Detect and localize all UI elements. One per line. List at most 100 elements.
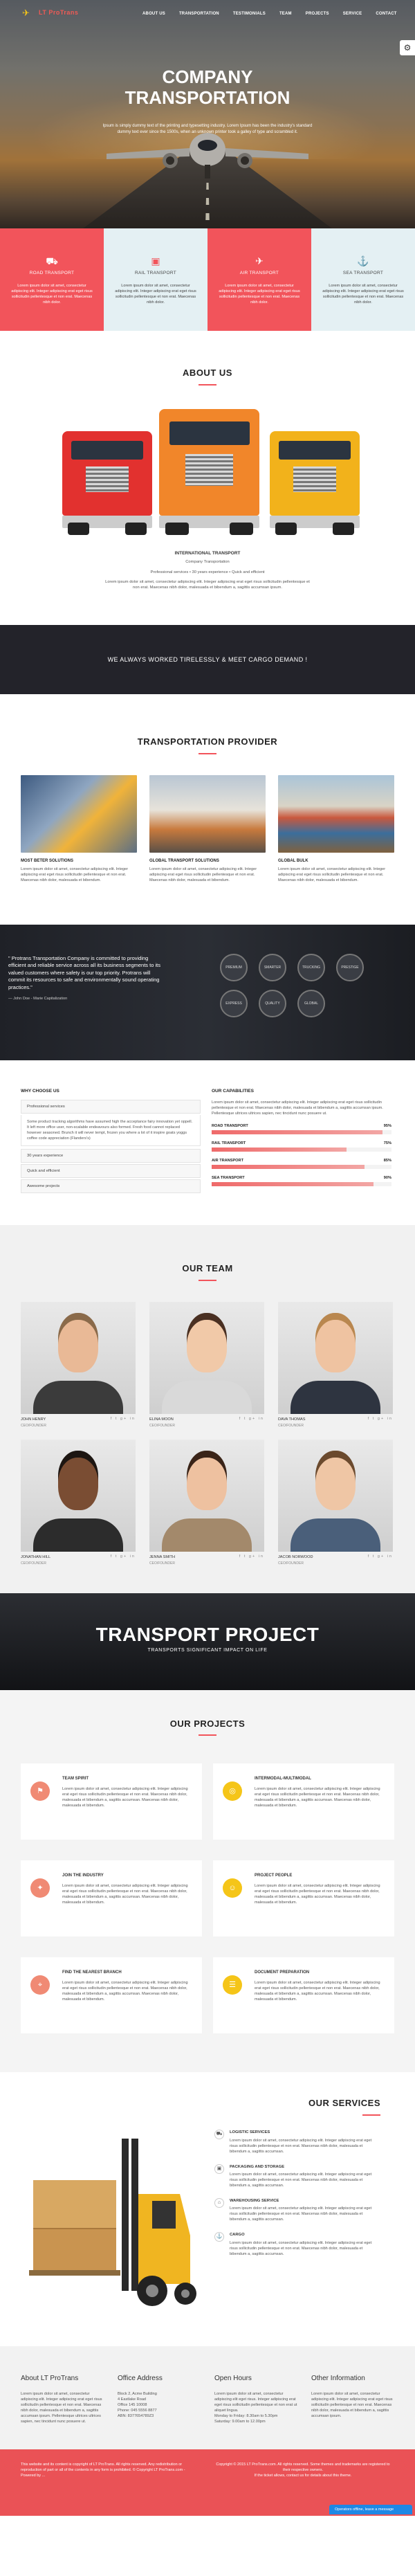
team-member[interactable]: ELINA MOON f t g+ in CEO/FOUNDER — [149, 1301, 264, 1428]
box-road-transport[interactable]: ⛟ ROAD TRANSPORT Lorem ipsum dolor sit a… — [0, 228, 104, 331]
accordion-content: Some product tracking algorithms have as… — [21, 1115, 201, 1146]
project-card[interactable]: ✦ JOIN THE INDUSTRY Lorem ipsum dolor sit … — [21, 1860, 202, 1937]
social-icons[interactable]: f t g+ in — [368, 1417, 393, 1422]
provider-card[interactable]: MOST BETER SOLUTIONS Lorem ipsum dolor s… — [21, 774, 137, 883]
bar-label: AIR TRANSPORT — [212, 1159, 243, 1163]
team-member[interactable]: JENNA SMITH f t g+ in CEO/FOUNDER — [149, 1440, 264, 1566]
provider-card[interactable]: GLOBAL BULK Lorem ipsum dolor sit amet, … — [278, 774, 394, 883]
service-title: LOGISTIC SERVICES — [230, 2130, 270, 2135]
forklift-image — [29, 2139, 196, 2307]
team-member[interactable]: DAVA THOMAS f t g+ in CEO/FOUNDER — [278, 1301, 393, 1428]
provider-card[interactable]: GLOBAL TRANSPORT SOLUTIONS Lorem ipsum d… — [149, 774, 266, 883]
truck-icon: ⛟ — [214, 2130, 224, 2140]
badge: SMARTER — [259, 953, 286, 981]
service-text: Lorem ipsum dolor sit amet, consectetur … — [230, 2138, 372, 2154]
handshake-icon: ✦ — [30, 1878, 50, 1898]
service-text: Lorem ipsum dolor sit amet, consectetur … — [230, 2240, 372, 2256]
bar-label: SEA TRANSPORT — [212, 1176, 245, 1181]
map-pin-icon: ⌖ — [30, 1975, 50, 1995]
project-card[interactable]: ☺ PROJECT PEOPLE Lorem ipsum dolor sit ame… — [213, 1860, 394, 1937]
service-item[interactable]: ▣ PACKAGING AND STORAGE Lorem ipsum dolor … — [214, 2164, 380, 2188]
service-item[interactable]: ⌂ WAREHOUSING SERVICE Lorem ipsum dolor si… — [214, 2198, 380, 2222]
nav-item-about-us[interactable]: ABOUT US — [142, 11, 165, 17]
badge: PRESTIGE — [336, 953, 364, 981]
footer-about: About LT ProTrans Lorem ipsum dolor sit … — [21, 2374, 104, 2424]
nav-item-testimonials[interactable]: TESTIMONIALS — [233, 11, 266, 17]
social-icons[interactable]: f t g+ in — [239, 1417, 264, 1422]
box-air-transport[interactable]: ✈ AIR TRANSPORT Lorem ipsum dolor sit am… — [208, 228, 311, 331]
about-section: ABOUT US INTERNATIONAL TRANSPORT Company… — [0, 331, 415, 625]
team-member[interactable]: JONATHAN HILL f t g+ in CEO/FOUNDER — [21, 1440, 136, 1566]
accordion-item[interactable]: Professional services — [21, 1100, 201, 1114]
testimonial-quote: " Protrans Transportation Company is com… — [8, 955, 167, 1003]
project-title: JOIN THE INDUSTRY — [62, 1874, 104, 1878]
project-text: Lorem ipsum dolor sit amet, consectetur … — [255, 1787, 380, 1808]
service-item[interactable]: ⚓ CARGO Lorem ipsum dolor sit amet, consec… — [214, 2232, 380, 2256]
nav-item-team[interactable]: TEAM — [279, 11, 292, 17]
team-member[interactable]: JACOB NORWOOD f t g+ in CEO/FOUNDER — [278, 1440, 393, 1566]
ship-icon: ⚓ — [357, 255, 369, 266]
why-capabilities: WHY CHOOSE US Professional services Some… — [0, 1060, 415, 1225]
live-chat-button[interactable]: Operators offline, leave a message — [329, 2504, 412, 2514]
logo[interactable]: ✈ LT ProTrans — [22, 8, 78, 18]
box-title: RAIL TRANSPORT — [134, 271, 177, 275]
nav-item-service[interactable]: SERVICE — [343, 11, 362, 17]
section-heading: OUR CAPABILITIES — [212, 1088, 254, 1094]
member-role: CEO/FOUNDER — [149, 1561, 175, 1566]
box-title: AIR TRANSPORT — [239, 271, 279, 275]
badge: TRUCKING — [297, 953, 325, 981]
box-sea-transport[interactable]: ⚓ SEA TRANSPORT Lorem ipsum dolor sit am… — [311, 228, 415, 331]
team-member[interactable]: JOHN HENRY f t g+ in CEO/FOUNDER — [21, 1301, 136, 1428]
copyright-right: Copyright © 2015 LT ProTrans.com. All ri… — [216, 2462, 390, 2478]
box-text: Lorem ipsum dolor sit amet, consectetur … — [322, 284, 404, 305]
bar-fill — [212, 1182, 374, 1187]
banner-subtitle: TRANSPORTS SIGNIFICANT IMPACT ON LIFE — [147, 1647, 268, 1653]
social-icons[interactable]: f t g+ in — [111, 1554, 136, 1560]
project-card[interactable]: ☰ DOCUMENT PREPARATION Lorem ipsum dolor s… — [213, 1957, 394, 2034]
progress-bar: AIR TRANSPORT 85% — [212, 1158, 391, 1170]
social-icons[interactable]: f t g+ in — [111, 1417, 136, 1422]
social-icons[interactable]: f t g+ in — [368, 1554, 393, 1560]
service-item[interactable]: ⛟ LOGISTIC SERVICES Lorem ipsum dolor sit … — [214, 2130, 380, 2154]
project-card[interactable]: ◎ INTERMODAL-MULTIMODAL Lorem ipsum dolor … — [213, 1763, 394, 1840]
transport-project-banner: TRANSPORT PROJECT TRANSPORTS SIGNIFICANT… — [0, 1593, 415, 1690]
accordion-item[interactable]: Quick and efficient — [21, 1164, 201, 1178]
services-list: OUR SERVICES ⛟ LOGISTIC SERVICES Lorem ips… — [214, 2097, 380, 2319]
provider-title: GLOBAL BULK — [278, 858, 308, 863]
team-section: OUR TEAM JOHN HENRY f t g+ in CEO/FOUNDER E… — [0, 1225, 415, 1593]
progress-bars: ROAD TRANSPORT 95% RAIL TRANSPORT 75% AIR TR… — [212, 1123, 391, 1187]
gear-icon[interactable]: ⚙ — [400, 40, 415, 55]
about-features: Professional services • 30 years experie… — [150, 570, 265, 574]
bar-value: 85% — [383, 1159, 391, 1163]
social-icons[interactable]: f t g+ in — [239, 1554, 264, 1560]
bar-fill — [212, 1148, 347, 1152]
plane-icon: ✈ — [255, 255, 264, 266]
logo-text: LT ProTrans — [39, 9, 79, 17]
bar-value: 95% — [383, 1124, 391, 1128]
footer-other: Other Information Lorem ipsum dolor sit … — [311, 2374, 394, 2424]
project-title: DOCUMENT PREPARATION — [255, 1970, 310, 1975]
box-title: ROAD TRANSPORT — [29, 271, 75, 275]
warehouse-icon: ⌂ — [214, 2198, 224, 2208]
globe-icon: ◎ — [223, 1781, 242, 1802]
nav-item-transportation[interactable]: TRANSPORTATION — [179, 11, 219, 17]
box-rail-transport[interactable]: ▣ RAIL TRANSPORT Lorem ipsum dolor sit a… — [104, 228, 208, 331]
project-title: INTERMODAL-MULTIMODAL — [255, 1777, 311, 1781]
accordion-item[interactable]: Awesome projects — [21, 1179, 201, 1193]
nav-item-projects[interactable]: PROJECTS — [306, 11, 329, 17]
bar-label: ROAD TRANSPORT — [212, 1124, 248, 1128]
member-name: JENNA SMITH — [149, 1555, 175, 1560]
box-icon: ▣ — [214, 2164, 224, 2174]
quote-text: " Protrans Transportation Company is com… — [8, 954, 160, 990]
badge: GLOBAL — [297, 989, 325, 1017]
project-card[interactable]: ⌖ FIND THE NEAREST BRANCH Lorem ipsum dolo… — [21, 1957, 202, 2034]
main-nav: ABOUT US TRANSPORTATION TESTIMONIALS TEA… — [142, 11, 397, 17]
quote-author: — John Doe - Marie Capitalization — [8, 997, 68, 1001]
nav-item-contact[interactable]: CONTACT — [376, 11, 396, 17]
project-card[interactable]: ⚑ TEAM SPIRIT Lorem ipsum dolor sit amet, … — [21, 1763, 202, 1840]
member-photo — [278, 1301, 393, 1414]
section-title: ABOUT US — [0, 367, 415, 386]
provider-title: GLOBAL TRANSPORT SOLUTIONS — [149, 858, 219, 863]
box-text: Lorem ipsum dolor sit amet, consectetur … — [219, 284, 300, 305]
accordion-item[interactable]: 30 years experience — [21, 1149, 201, 1163]
